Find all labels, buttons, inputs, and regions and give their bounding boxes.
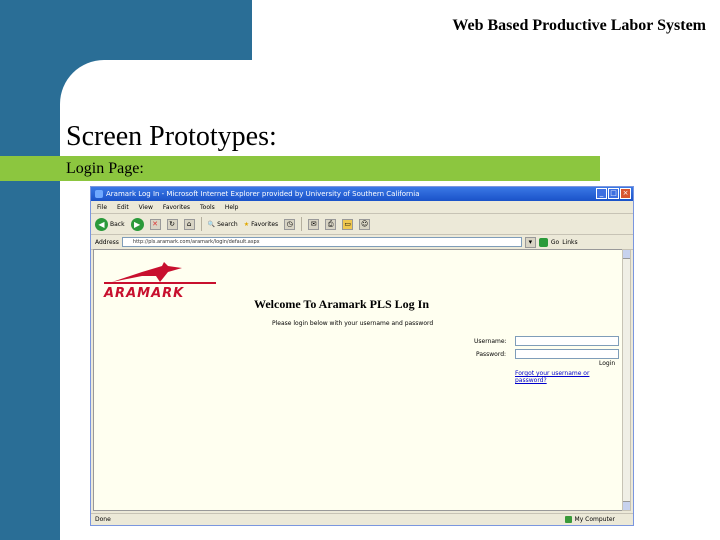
username-field[interactable] — [515, 336, 619, 346]
star-icon: ★ — [243, 220, 250, 228]
username-label: Username: — [474, 338, 507, 345]
menu-edit[interactable]: Edit — [117, 204, 129, 211]
back-arrow-icon: ◀ — [95, 217, 108, 231]
password-label: Password: — [476, 351, 507, 358]
menu-tools[interactable]: Tools — [200, 204, 215, 211]
login-instructions: Please login below with your username an… — [272, 320, 434, 327]
menu-help[interactable]: Help — [225, 204, 239, 211]
menu-file[interactable]: File — [97, 204, 107, 211]
address-label: Address — [95, 238, 119, 246]
toolbar: ◀ Back ▶ ✕ ↻ ⌂ 🔍 Search ★ Favorites ◷ ✉ … — [91, 214, 633, 235]
slide-left-band — [0, 0, 60, 540]
address-input[interactable]: http://pls.aramark.com/aramark/login/def… — [121, 237, 522, 247]
go-icon[interactable] — [538, 237, 548, 247]
close-button[interactable]: × — [620, 188, 631, 199]
slide-header: Web Based Productive Labor System — [452, 17, 706, 34]
messenger-button[interactable]: ☺ — [359, 218, 371, 230]
password-field[interactable] — [515, 349, 619, 359]
browser-title: Aramark Log In - Microsoft Internet Expl… — [106, 190, 420, 198]
status-bar: Done My Computer — [91, 513, 633, 525]
menu-view[interactable]: View — [139, 204, 153, 211]
search-icon: 🔍 — [207, 220, 216, 228]
go-button[interactable]: Go — [551, 239, 559, 246]
security-zone: My Computer — [564, 516, 633, 523]
mail-button[interactable]: ✉ — [308, 218, 320, 230]
refresh-button[interactable]: ↻ — [166, 218, 178, 230]
forgot-password-link[interactable]: Forgot your username or password? — [515, 370, 622, 384]
toolbar-separator — [301, 217, 303, 231]
search-button[interactable]: 🔍 Search — [208, 221, 238, 228]
login-button[interactable]: Login — [599, 360, 615, 367]
zone-label: My Computer — [574, 516, 615, 523]
print-button[interactable]: ⎙ — [325, 218, 337, 230]
slide-title: Screen Prototypes: — [66, 121, 277, 152]
ie-logo-icon — [95, 190, 103, 198]
computer-icon — [564, 516, 572, 523]
favorites-label: Favorites — [251, 220, 279, 228]
address-bar: Address http://pls.aramark.com/aramark/l… — [91, 235, 633, 250]
page-viewport: ARAMARK Welcome To Aramark PLS Log In Pl… — [93, 249, 623, 511]
back-label: Back — [110, 220, 125, 228]
menu-favorites[interactable]: Favorites — [163, 204, 190, 211]
toolbar-separator — [200, 217, 202, 231]
slide-subtitle: Login Page: — [66, 160, 144, 177]
scroll-down-button[interactable] — [623, 501, 630, 510]
address-dropdown-icon[interactable]: ▾ — [524, 236, 536, 248]
stop-button[interactable]: ✕ — [149, 218, 161, 230]
minimize-button[interactable]: _ — [596, 188, 607, 199]
aramark-logo: ARAMARK — [102, 262, 222, 304]
links-button[interactable]: Links — [562, 239, 577, 246]
status-text: Done — [95, 516, 111, 523]
back-button[interactable]: ◀ Back — [95, 217, 125, 231]
forward-button[interactable]: ▶ — [130, 217, 144, 231]
scroll-up-button[interactable] — [623, 250, 630, 259]
search-label: Search — [217, 220, 238, 228]
menu-bar: File Edit View Favorites Tools Help — [91, 201, 633, 214]
logo-underline — [104, 282, 216, 284]
vertical-scrollbar[interactable] — [622, 249, 631, 511]
folder-icon[interactable]: ▭ — [342, 218, 354, 230]
browser-titlebar: Aramark Log In - Microsoft Internet Expl… — [91, 187, 633, 201]
page-title: Welcome To Aramark PLS Log In — [254, 297, 430, 311]
browser-window: Aramark Log In - Microsoft Internet Expl… — [90, 186, 634, 526]
maximize-button[interactable]: □ — [608, 188, 619, 199]
home-button[interactable]: ⌂ — [183, 218, 195, 230]
logo-text: ARAMARK — [104, 286, 185, 301]
history-button[interactable]: ◷ — [284, 218, 296, 230]
favorites-button[interactable]: ★ Favorites — [244, 221, 279, 228]
